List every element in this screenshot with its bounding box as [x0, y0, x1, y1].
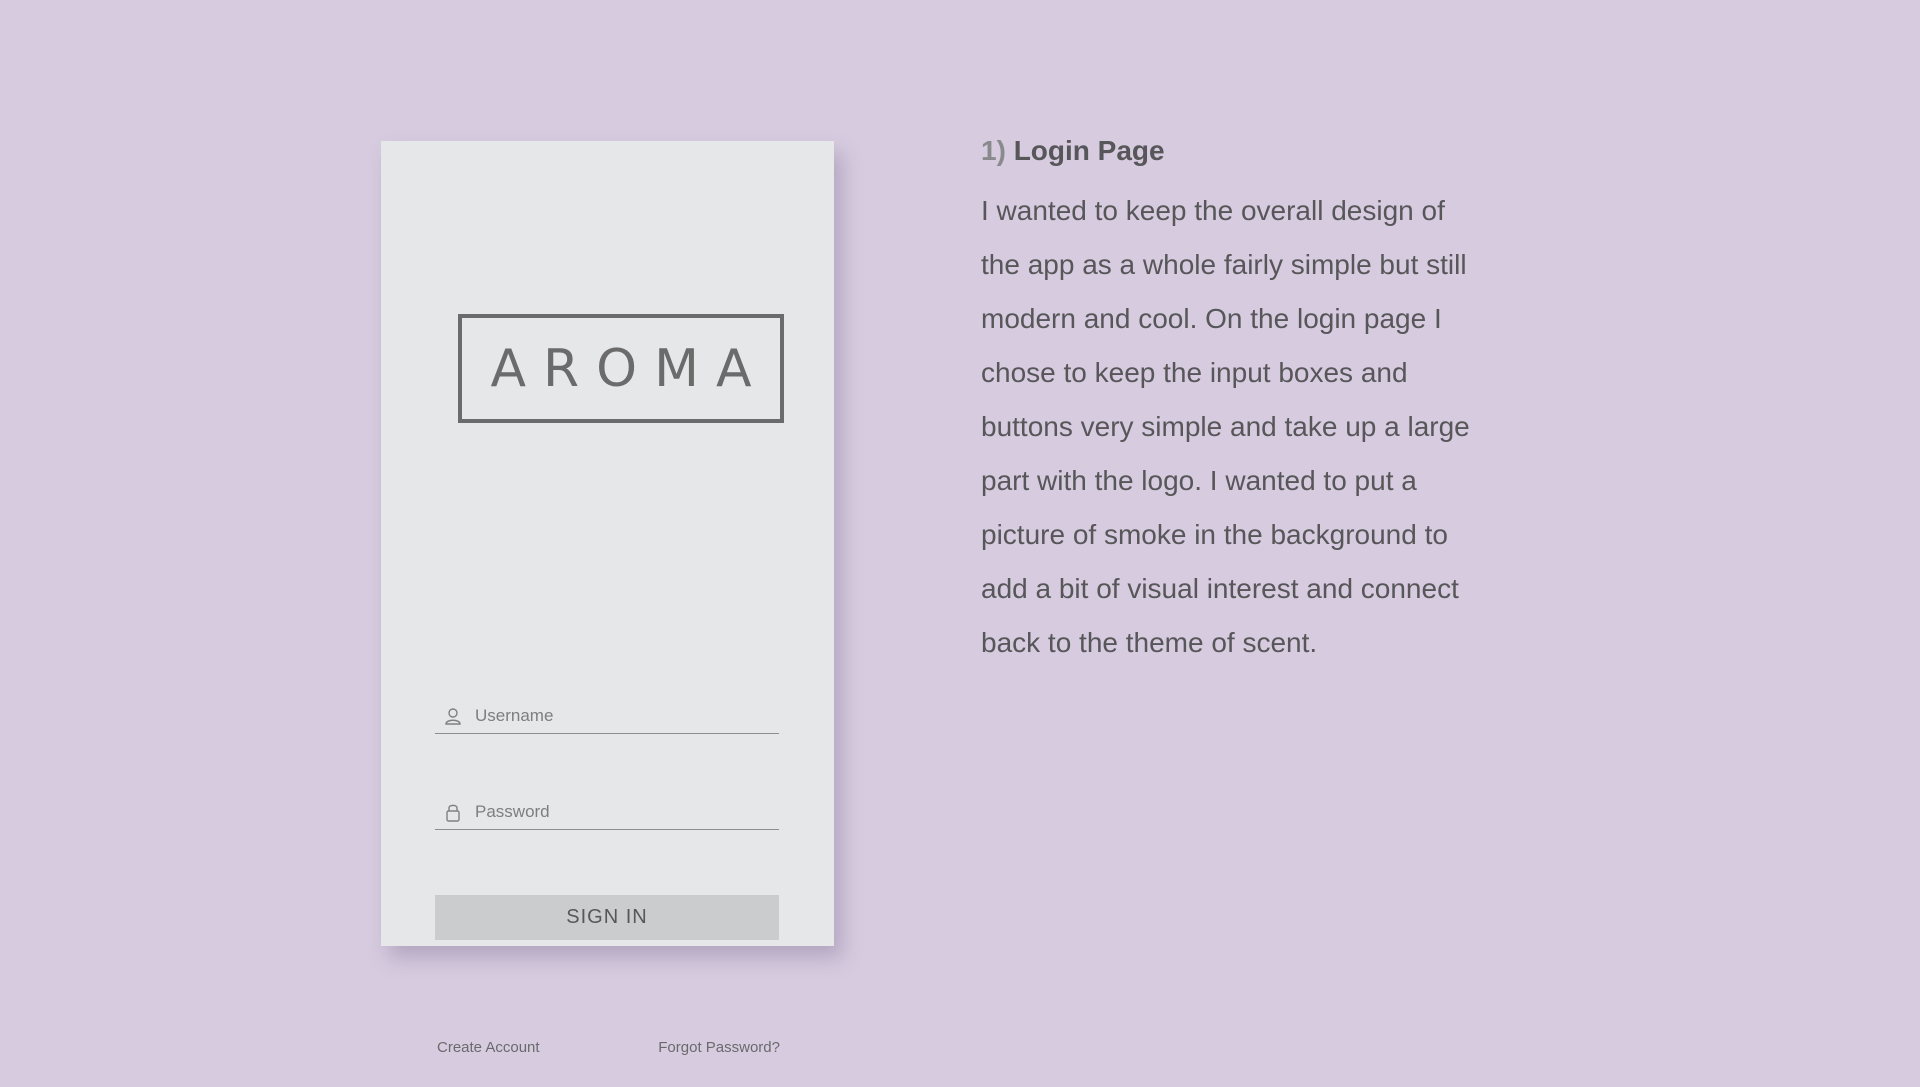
username-input[interactable]: [475, 700, 779, 731]
forgot-password-link[interactable]: Forgot Password?: [658, 1039, 780, 1056]
lock-icon: [443, 802, 463, 822]
description-heading: 1) Login Page: [981, 130, 1581, 172]
description-panel: 1) Login Page I wanted to keep the overa…: [981, 130, 1581, 670]
username-field[interactable]: [435, 698, 779, 734]
logo-text: AROMA: [490, 338, 769, 399]
password-input[interactable]: [475, 796, 779, 827]
sign-in-button[interactable]: SIGN IN: [435, 895, 779, 940]
heading-title: Login Page: [1013, 135, 1165, 166]
description-line: buttons very simple and take up a large: [981, 411, 1470, 442]
user-icon: [443, 706, 463, 726]
login-screen-mockup: AROMA SIGN IN Create Account Forgot Pass…: [381, 141, 834, 1056]
description-line: picture of smoke in the background to: [981, 519, 1448, 550]
heading-number: 1): [981, 135, 1006, 166]
description-line: part with the logo. I wanted to put a: [981, 465, 1417, 496]
description-line: the app as a whole fairly simple but sti…: [981, 249, 1467, 280]
password-field[interactable]: [435, 794, 779, 830]
create-account-link[interactable]: Create Account: [437, 1039, 540, 1056]
aroma-logo: AROMA: [458, 314, 784, 423]
description-line: add a bit of visual interest and connect: [981, 573, 1459, 604]
description-line: back to the theme of scent.: [981, 627, 1318, 658]
description-line: chose to keep the input boxes and: [981, 357, 1408, 388]
description-line: I wanted to keep the overall design of: [981, 195, 1445, 226]
description-line: modern and cool. On the login page I: [981, 303, 1442, 334]
